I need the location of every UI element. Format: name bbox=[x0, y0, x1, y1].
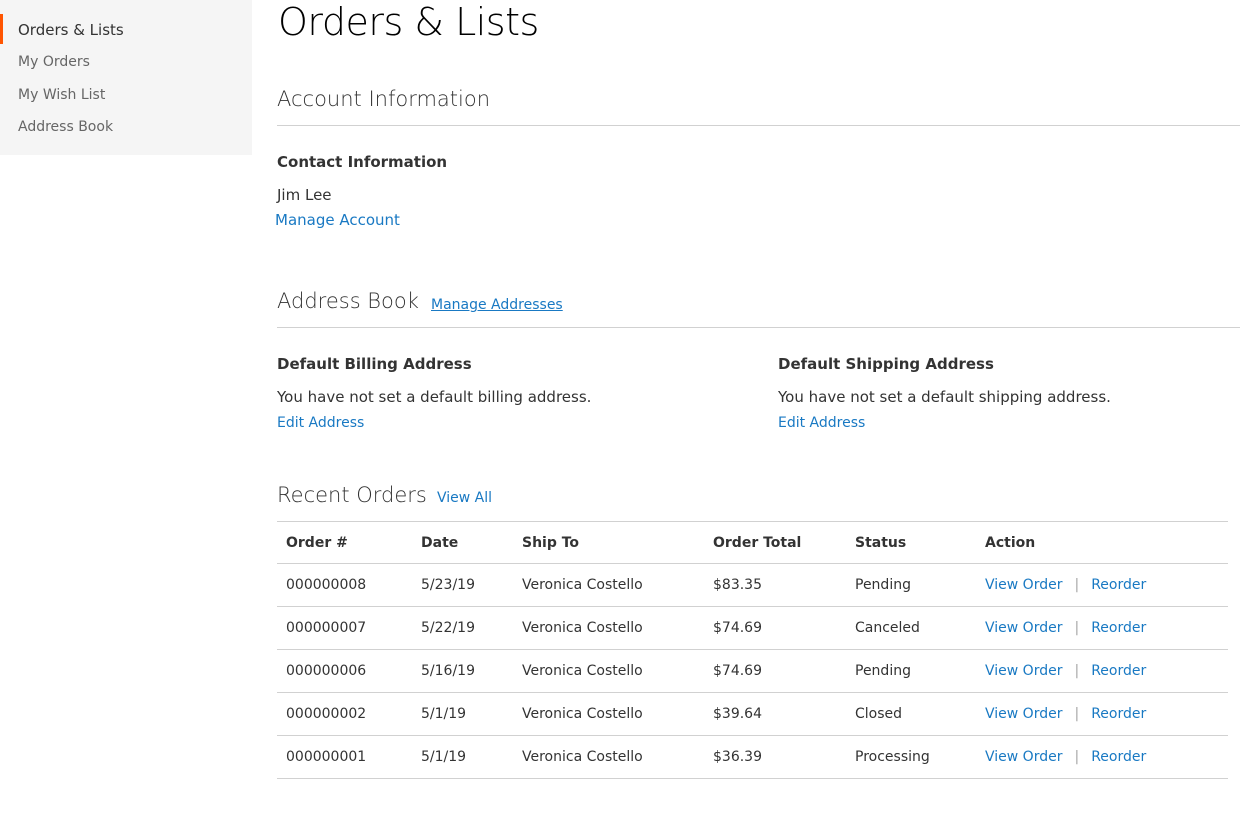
view-all-orders-link[interactable]: View All bbox=[437, 490, 492, 506]
sidebar-item-orders-lists[interactable]: Orders & Lists bbox=[18, 21, 124, 39]
order-date: 5/22/19 bbox=[412, 606, 513, 650]
contact-information-title: Contact Information bbox=[277, 153, 448, 171]
divider bbox=[277, 125, 1240, 126]
order-total: $39.64 bbox=[704, 692, 846, 736]
order-status: Processing bbox=[846, 735, 976, 779]
address-book-title: Address Book bbox=[277, 289, 419, 313]
table-row: 000000001 5/1/19 Veronica Costello $36.3… bbox=[277, 735, 1228, 779]
view-order-link[interactable]: View Order bbox=[985, 749, 1062, 765]
shipping-address-text: You have not set a default shipping addr… bbox=[778, 388, 1111, 406]
order-ship-to: Veronica Costello bbox=[513, 606, 704, 650]
recent-orders-table: Order # Date Ship To Order Total Status … bbox=[277, 521, 1228, 779]
order-total: $83.35 bbox=[704, 563, 846, 607]
page-title: Orders & Lists bbox=[278, 0, 539, 44]
order-total: $74.69 bbox=[704, 649, 846, 693]
action-separator: | bbox=[1074, 706, 1080, 722]
order-actions: View Order | Reorder bbox=[976, 735, 1228, 779]
order-ship-to: Veronica Costello bbox=[513, 735, 704, 779]
reorder-link[interactable]: Reorder bbox=[1091, 706, 1146, 722]
order-date: 5/1/19 bbox=[412, 735, 513, 779]
order-status: Pending bbox=[846, 563, 976, 607]
sidebar-item-my-wish-list[interactable]: My Wish List bbox=[18, 87, 105, 103]
order-ship-to: Veronica Costello bbox=[513, 649, 704, 693]
reorder-link[interactable]: Reorder bbox=[1091, 749, 1146, 765]
action-separator: | bbox=[1074, 620, 1080, 636]
table-row: 000000008 5/23/19 Veronica Costello $83.… bbox=[277, 563, 1228, 607]
column-header-date: Date bbox=[412, 521, 513, 564]
sidebar-active-indicator bbox=[0, 14, 3, 44]
sidebar-item-address-book[interactable]: Address Book bbox=[18, 119, 113, 135]
order-number: 000000002 bbox=[277, 692, 412, 736]
column-header-order-number: Order # bbox=[277, 521, 412, 564]
order-ship-to: Veronica Costello bbox=[513, 563, 704, 607]
sidebar-nav: Orders & Lists My Orders My Wish List Ad… bbox=[0, 0, 252, 155]
view-order-link[interactable]: View Order bbox=[985, 577, 1062, 593]
action-separator: | bbox=[1074, 577, 1080, 593]
action-separator: | bbox=[1074, 749, 1080, 765]
reorder-link[interactable]: Reorder bbox=[1091, 663, 1146, 679]
order-status: Closed bbox=[846, 692, 976, 736]
order-number: 000000001 bbox=[277, 735, 412, 779]
default-shipping-address-title: Default Shipping Address bbox=[778, 355, 994, 373]
order-total: $74.69 bbox=[704, 606, 846, 650]
manage-account-link[interactable]: Manage Account bbox=[275, 211, 400, 229]
order-actions: View Order | Reorder bbox=[976, 692, 1228, 736]
contact-name: Jim Lee bbox=[277, 186, 332, 204]
column-header-ship-to: Ship To bbox=[513, 521, 704, 564]
order-number: 000000007 bbox=[277, 606, 412, 650]
manage-addresses-link[interactable]: Manage Addresses bbox=[431, 297, 563, 313]
column-header-action: Action bbox=[976, 521, 1228, 564]
order-total: $36.39 bbox=[704, 735, 846, 779]
action-separator: | bbox=[1074, 663, 1080, 679]
divider bbox=[277, 327, 1240, 328]
recent-orders-title: Recent Orders bbox=[277, 483, 427, 507]
order-actions: View Order | Reorder bbox=[976, 606, 1228, 650]
billing-address-text: You have not set a default billing addre… bbox=[277, 388, 592, 406]
order-number: 000000006 bbox=[277, 649, 412, 693]
sidebar-item-my-orders[interactable]: My Orders bbox=[18, 54, 90, 70]
column-header-status: Status bbox=[846, 521, 976, 564]
order-actions: View Order | Reorder bbox=[976, 563, 1228, 607]
view-order-link[interactable]: View Order bbox=[985, 663, 1062, 679]
order-status: Pending bbox=[846, 649, 976, 693]
order-number: 000000008 bbox=[277, 563, 412, 607]
order-ship-to: Veronica Costello bbox=[513, 692, 704, 736]
table-row: 000000002 5/1/19 Veronica Costello $39.6… bbox=[277, 692, 1228, 736]
default-billing-address-title: Default Billing Address bbox=[277, 355, 472, 373]
account-information-title: Account Information bbox=[277, 87, 491, 111]
order-actions: View Order | Reorder bbox=[976, 649, 1228, 693]
reorder-link[interactable]: Reorder bbox=[1091, 577, 1146, 593]
order-date: 5/16/19 bbox=[412, 649, 513, 693]
reorder-link[interactable]: Reorder bbox=[1091, 620, 1146, 636]
order-date: 5/23/19 bbox=[412, 563, 513, 607]
view-order-link[interactable]: View Order bbox=[985, 706, 1062, 722]
table-row: 000000007 5/22/19 Veronica Costello $74.… bbox=[277, 606, 1228, 650]
table-header-row: Order # Date Ship To Order Total Status … bbox=[277, 521, 1228, 564]
edit-billing-address-link[interactable]: Edit Address bbox=[277, 415, 364, 431]
order-date: 5/1/19 bbox=[412, 692, 513, 736]
order-status: Canceled bbox=[846, 606, 976, 650]
main-content: Orders & Lists Account Information Conta… bbox=[275, 0, 1240, 819]
column-header-order-total: Order Total bbox=[704, 521, 846, 564]
edit-shipping-address-link[interactable]: Edit Address bbox=[778, 415, 865, 431]
view-order-link[interactable]: View Order bbox=[985, 620, 1062, 636]
table-row: 000000006 5/16/19 Veronica Costello $74.… bbox=[277, 649, 1228, 693]
